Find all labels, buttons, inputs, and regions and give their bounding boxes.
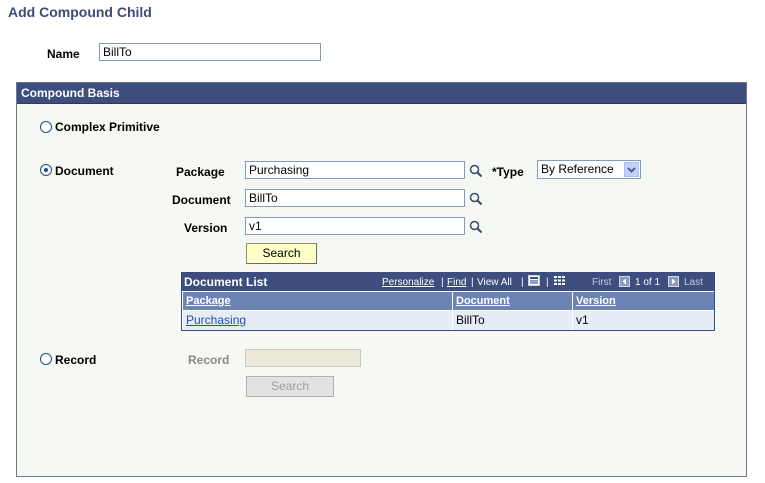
table-row-package[interactable]: Purchasing <box>183 311 453 330</box>
version-lookup-icon[interactable] <box>469 220 483 234</box>
personalize-link[interactable]: Personalize <box>382 277 434 288</box>
column-header-package[interactable]: Package <box>183 292 453 310</box>
type-label: *Type <box>492 165 524 179</box>
type-select-value: By Reference <box>541 162 614 176</box>
record-search-button: Search <box>246 376 334 397</box>
page-range: 1 of 1 <box>635 277 661 288</box>
record-field-label: Record <box>188 353 230 367</box>
version-label: Version <box>184 221 228 235</box>
document-search-button[interactable]: Search <box>246 243 317 264</box>
document-radio-label: Document <box>55 164 114 178</box>
package-lookup-icon[interactable] <box>469 164 483 178</box>
document-list-title: Document List <box>184 275 268 289</box>
table-row-document: BillTo <box>453 311 573 330</box>
document-label: Document <box>172 193 231 207</box>
type-select[interactable]: By Reference <box>537 160 641 179</box>
record-radio[interactable] <box>40 353 52 365</box>
document-list-title-bar: Document List Personalize | Find | View … <box>182 273 714 291</box>
package-input[interactable]: Purchasing <box>245 161 465 179</box>
column-header-version[interactable]: Version <box>573 292 714 310</box>
name-input[interactable]: BillTo <box>99 43 321 61</box>
column-header-document[interactable]: Document <box>453 292 573 310</box>
view-all-link[interactable]: View All <box>477 277 512 288</box>
first-label: First <box>592 277 612 288</box>
nav-separator: | <box>546 277 549 288</box>
previous-arrow-icon[interactable] <box>619 276 630 287</box>
compound-basis-header: Compound Basis <box>17 83 746 104</box>
name-label: Name <box>47 47 80 61</box>
document-list-grid: Document List Personalize | Find | View … <box>181 272 715 331</box>
download-icon[interactable] <box>528 275 540 286</box>
nav-separator: | <box>521 277 524 288</box>
complex-primitive-radio[interactable] <box>40 121 52 133</box>
version-input[interactable]: v1 <box>245 217 465 235</box>
package-label: Package <box>176 165 225 179</box>
document-input[interactable]: BillTo <box>245 189 465 207</box>
find-link[interactable]: Find <box>447 277 466 288</box>
last-label: Last <box>684 277 703 288</box>
record-input <box>245 349 361 367</box>
nav-separator: | <box>441 277 444 288</box>
next-arrow-icon[interactable] <box>668 276 679 287</box>
document-lookup-icon[interactable] <box>469 192 483 206</box>
table-row-version: v1 <box>573 311 714 330</box>
nav-separator: | <box>471 277 474 288</box>
grid-view-icon[interactable] <box>553 275 566 286</box>
record-radio-label: Record <box>55 353 97 367</box>
complex-primitive-label: Complex Primitive <box>55 120 160 134</box>
page-title: Add Compound Child <box>8 4 152 20</box>
chevron-down-icon[interactable] <box>624 162 639 177</box>
document-radio[interactable] <box>40 164 52 176</box>
